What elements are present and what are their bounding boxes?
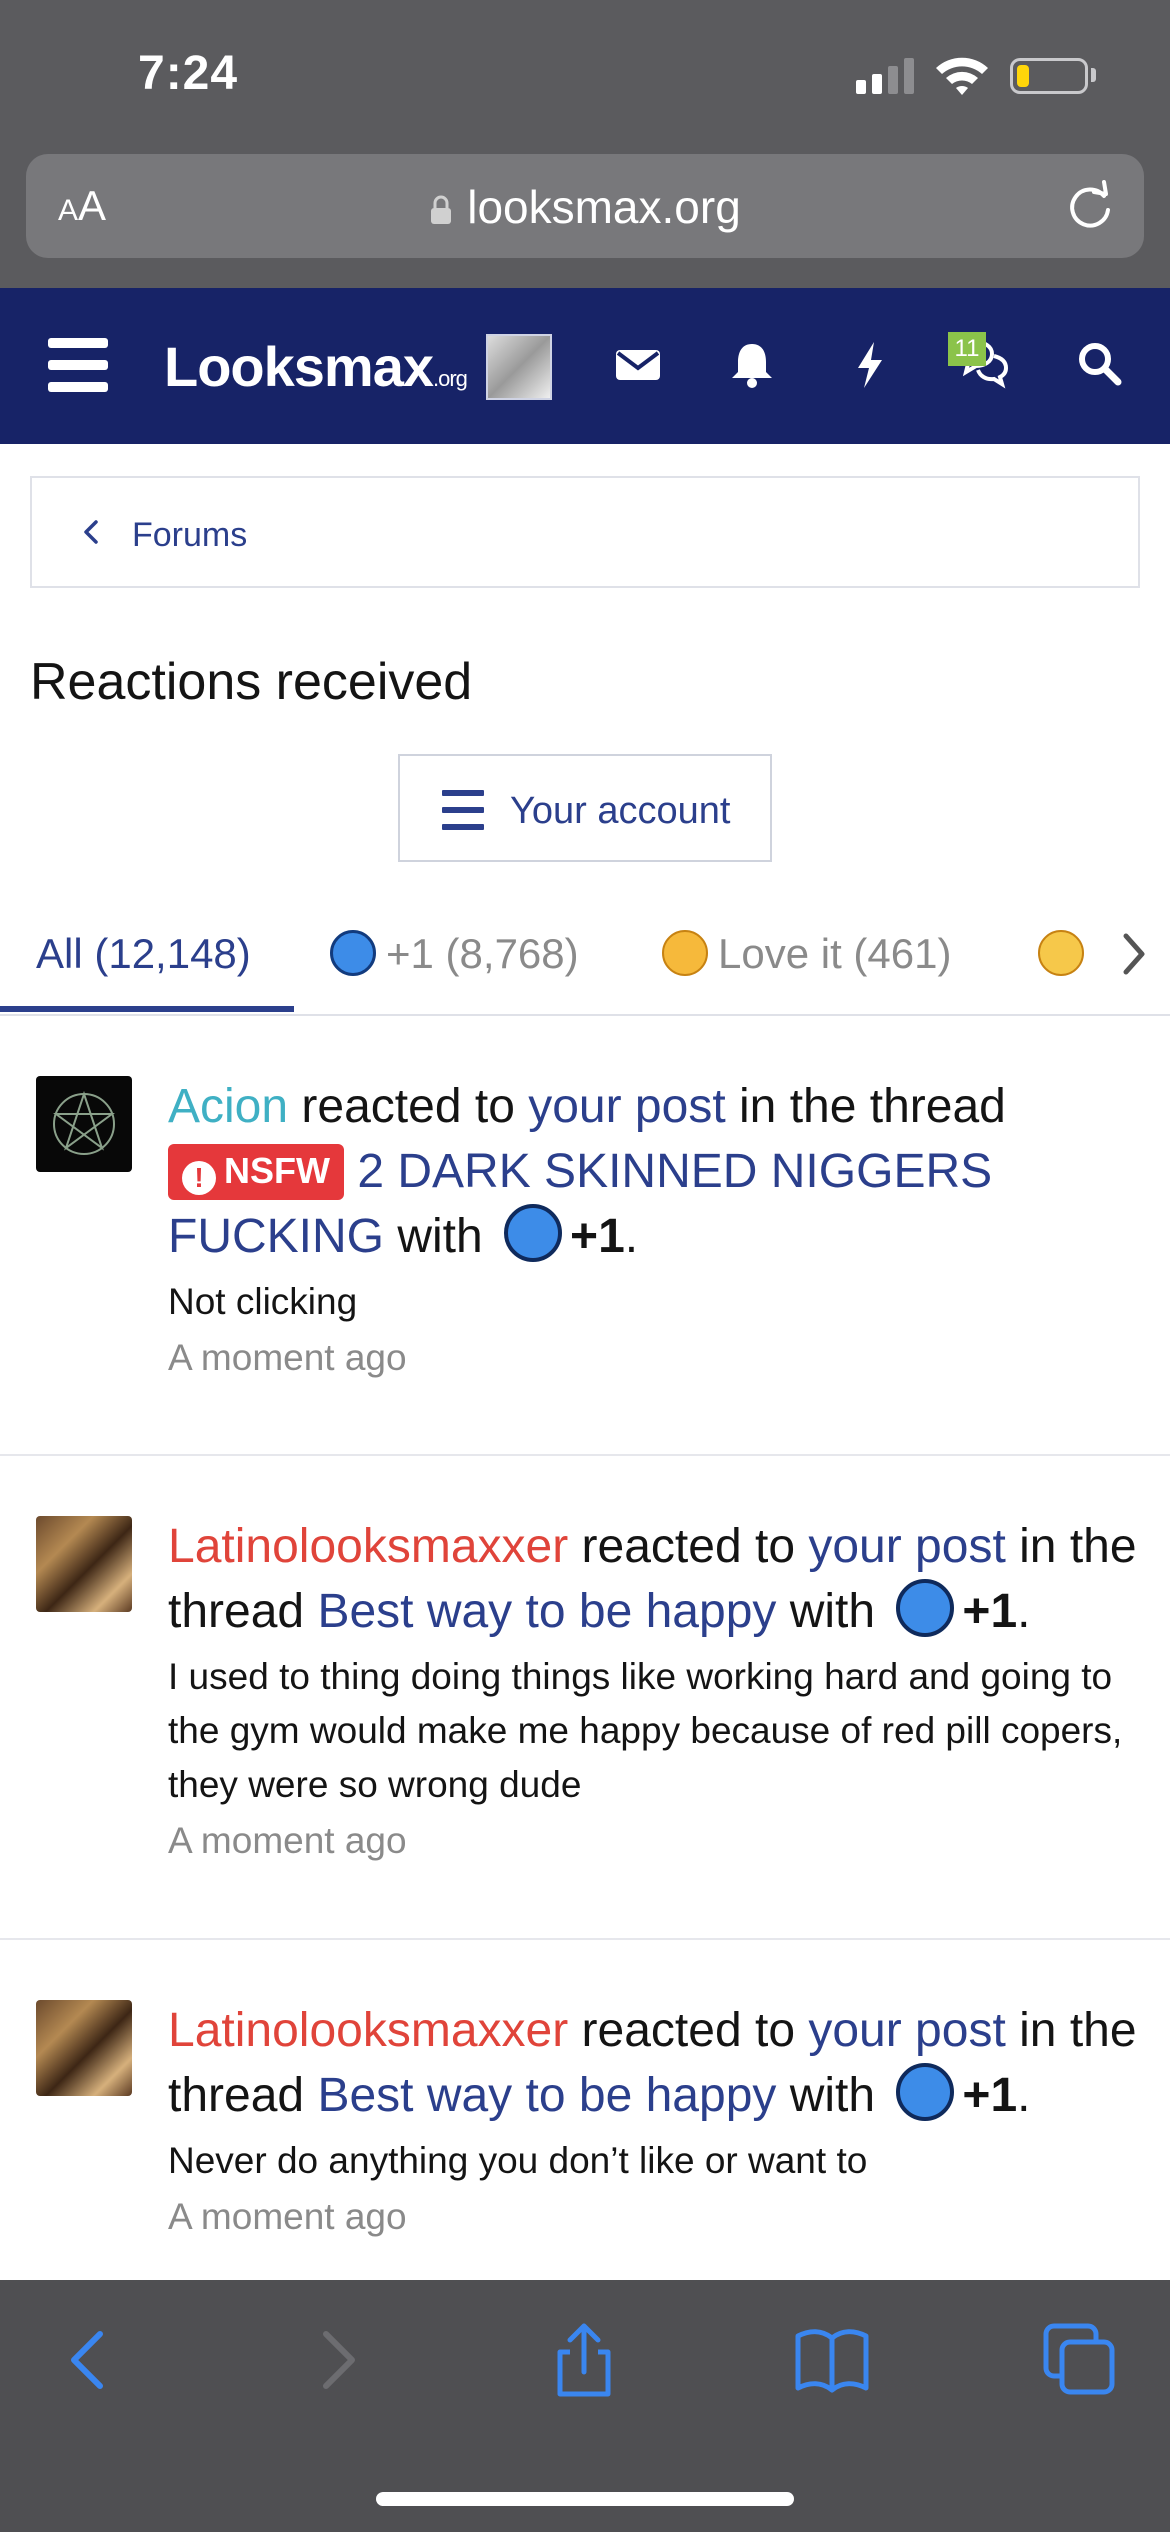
user-avatar[interactable]: [486, 334, 552, 400]
username-link[interactable]: Acion: [168, 1080, 288, 1133]
browser-chrome: 7:24 AA looksmax.org: [0, 0, 1170, 288]
nsfw-prefix-badge: ! NSFW: [168, 1144, 344, 1200]
back-icon[interactable]: [48, 2320, 128, 2400]
wow-face-icon: [1038, 930, 1084, 976]
reaction-label: +1: [962, 1585, 1018, 1638]
chevron-right-icon[interactable]: [1118, 928, 1150, 980]
page-title: Reactions received: [30, 653, 473, 711]
menu-icon[interactable]: [48, 338, 108, 394]
reaction-text: Acion reacted to your post in the thread…: [168, 1080, 1006, 1263]
chevron-left-icon: [84, 520, 98, 544]
tab-wow[interactable]: [1038, 930, 1094, 978]
bell-icon[interactable]: [720, 332, 784, 396]
timestamp: A moment ago: [168, 1820, 407, 1861]
url-text: looksmax.org: [467, 181, 741, 233]
tab-plus-one[interactable]: +1 (8,768): [330, 930, 579, 978]
breadcrumb[interactable]: Forums: [30, 476, 1140, 588]
avatar[interactable]: [36, 2000, 132, 2096]
your-post-link[interactable]: your post: [528, 1080, 725, 1133]
reload-icon[interactable]: [1064, 180, 1116, 232]
thumbs-up-icon: [896, 1579, 955, 1637]
url-field[interactable]: looksmax.org: [26, 180, 1144, 234]
bookmarks-icon[interactable]: [792, 2320, 872, 2400]
reaction-text: Latinolooksmaxxer reacted to your post i…: [168, 2004, 1137, 2122]
site-header: Looksmax.org 11: [0, 288, 1170, 444]
avatar[interactable]: [36, 1076, 132, 1172]
address-bar[interactable]: AA looksmax.org: [26, 154, 1144, 258]
heart-eyes-icon: [662, 930, 708, 976]
page: 7:24 AA looksmax.org Looksmax.org 11 For…: [0, 0, 1170, 2532]
menu-icon: [442, 790, 484, 830]
site-logo[interactable]: Looksmax.org: [164, 334, 468, 399]
alert-icon: !: [182, 1161, 216, 1195]
post-snippet: I used to thing doing things like workin…: [168, 1656, 1123, 1805]
your-post-link[interactable]: your post: [808, 1520, 1005, 1573]
your-post-link[interactable]: your post: [808, 2004, 1005, 2057]
home-indicator[interactable]: [376, 2492, 794, 2506]
mail-icon[interactable]: [606, 332, 670, 396]
signal-icon: [856, 58, 914, 94]
tabs-icon[interactable]: [1040, 2320, 1120, 2400]
your-account-button[interactable]: Your account: [398, 754, 772, 862]
thumbs-up-icon: [330, 930, 376, 976]
timestamp: A moment ago: [168, 2196, 407, 2237]
timestamp: A moment ago: [168, 1337, 407, 1378]
status-time: 7:24: [138, 47, 239, 100]
wifi-icon: [936, 57, 988, 95]
post-snippet: Not clicking: [168, 1281, 358, 1322]
thread-link[interactable]: Best way to be happy: [317, 1585, 776, 1638]
post-snippet: Never do anything you don’t like or want…: [168, 2140, 868, 2181]
reaction-tabs: All (12,148) +1 (8,768) Love it (461): [0, 900, 1170, 1016]
thumbs-up-icon: [504, 1204, 563, 1262]
avatar[interactable]: [36, 1516, 132, 1612]
battery-icon: [1010, 58, 1088, 94]
battery-nub: [1091, 68, 1096, 82]
username-link[interactable]: Latinolooksmaxxer: [168, 2004, 568, 2057]
pentagram-icon: [52, 1090, 116, 1155]
reaction-label: +1: [962, 2069, 1018, 2122]
active-tab-indicator: [0, 1006, 294, 1012]
username-link[interactable]: Latinolooksmaxxer: [168, 1520, 568, 1573]
forward-icon[interactable]: [298, 2320, 378, 2400]
list-item[interactable]: Latinolooksmaxxer reacted to your post i…: [0, 1942, 1170, 2280]
lock-icon: [431, 195, 452, 224]
reaction-text: Latinolooksmaxxer reacted to your post i…: [168, 1520, 1137, 1638]
breadcrumb-forums-link[interactable]: Forums: [132, 516, 247, 555]
thumbs-up-icon: [896, 2063, 955, 2121]
conversations-badge: 11: [948, 332, 986, 366]
tab-all[interactable]: All (12,148): [36, 930, 251, 978]
search-icon[interactable]: [1068, 332, 1132, 396]
your-account-label: Your account: [510, 790, 731, 832]
lightning-icon[interactable]: [838, 332, 902, 396]
thread-link[interactable]: Best way to be happy: [317, 2069, 776, 2122]
share-icon[interactable]: [544, 2320, 624, 2400]
list-item[interactable]: Acion reacted to your post in the thread…: [0, 1018, 1170, 1456]
tab-love-it[interactable]: Love it (461): [662, 930, 951, 978]
reaction-label: +1: [570, 1210, 625, 1263]
list-item[interactable]: Latinolooksmaxxer reacted to your post i…: [0, 1458, 1170, 1940]
